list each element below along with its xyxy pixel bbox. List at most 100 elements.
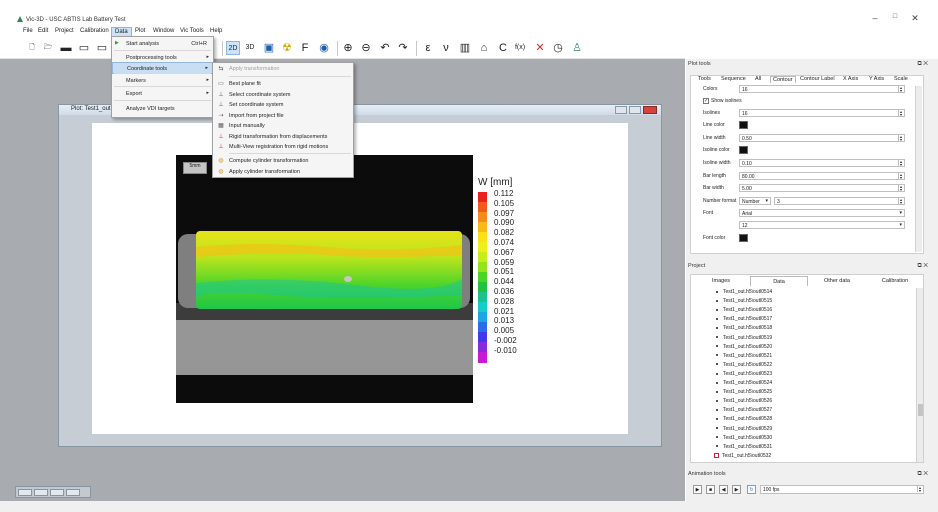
spin-icon[interactable]: ▴ ▾ (898, 173, 903, 180)
menu-vic-tools[interactable]: Vic Tools (177, 27, 207, 35)
tab-all[interactable]: All (755, 76, 761, 82)
tab-tools[interactable]: Tools (698, 76, 711, 82)
epsilon-icon[interactable]: ε (421, 41, 435, 55)
open-folder-icon[interactable]: 🗁 (41, 41, 55, 55)
contour-image[interactable] (176, 155, 473, 403)
font-color-swatch[interactable] (739, 234, 748, 242)
project-file-item[interactable]: Test1_out.h5\outl0523 (716, 371, 772, 377)
menu-edit[interactable]: Edit (35, 27, 51, 35)
coord-menu-item-import-from-project-file[interactable]: ⇢ Import from project file (213, 111, 353, 122)
project-file-item[interactable]: Test1_out.h5\outl0516 (716, 307, 772, 313)
project-tab-other-data[interactable]: Other data (808, 276, 866, 286)
line-color-swatch[interactable] (739, 121, 748, 129)
minimize-window-button[interactable]: – (867, 13, 883, 23)
project-file-item[interactable]: Test1_out.h5\outl0519 (716, 335, 772, 341)
data-menu-item-export[interactable]: Export ▸ (112, 88, 213, 100)
spin-icon[interactable]: ▴ ▾ (898, 185, 903, 192)
project-file-item[interactable]: Test1_out.h5\outl0532 (714, 453, 771, 459)
histogram-icon[interactable]: ▥ (458, 41, 472, 55)
minimized-windows-bar[interactable] (15, 486, 91, 498)
coord-menu-item-compute-cylinder-transformation[interactable]: ◍ Compute cylinder transformation (213, 156, 353, 167)
tab-x-axis[interactable]: X Axis (843, 76, 858, 82)
folder-icon[interactable]: ▭ (77, 41, 91, 55)
project-scrollbar[interactable] (916, 288, 923, 462)
undo-icon[interactable]: ↶ (378, 41, 392, 55)
extensometer-icon[interactable]: ⌂ (477, 41, 491, 55)
redo-icon[interactable]: ↷ (396, 41, 410, 55)
project-file-item[interactable]: Test1_out.h5\outl0530 (716, 435, 772, 441)
precision-spin[interactable]: 3 ▴ ▾ (774, 197, 905, 205)
2d-view-icon[interactable]: 2D (226, 41, 240, 55)
save-icon[interactable]: ▬ (59, 41, 73, 55)
data-menu-item-analyze-vdi-targets[interactable]: Analyze VDI targets (112, 103, 213, 115)
show-isolines-checkbox[interactable]: ✓ (703, 98, 709, 104)
coord-menu-item-rigid-transformation-from-displacements[interactable]: ⊥ Rigid transformation from displacements (213, 132, 353, 143)
isolines-field[interactable]: 16 ▴ ▾ (739, 109, 905, 117)
eye-icon[interactable]: ◉ (317, 41, 331, 55)
project-file-item[interactable]: Test1_out.h5\outl0526 (716, 398, 772, 404)
coord-menu-item-best-plane-fit[interactable]: ▭ Best plane fit (213, 79, 353, 90)
coord-menu-item-set-coordinate-system[interactable]: ⊥ Set coordinate system (213, 100, 353, 111)
menu-project[interactable]: Project (52, 27, 77, 35)
font-size-field[interactable]: 12 ▾ (739, 221, 905, 229)
project-file-item[interactable]: Test1_out.h5\outl0525 (716, 389, 772, 395)
monitor-icon[interactable]: ▣ (262, 41, 276, 55)
isoline-width-field[interactable]: 0.10 ▴ ▾ (739, 159, 905, 167)
close-window-button[interactable]: ✕ (907, 13, 923, 24)
folder2-icon[interactable]: ▭ (95, 41, 109, 55)
tab-sequence[interactable]: Sequence (721, 76, 746, 82)
project-file-item[interactable]: Test1_out.h5\outl0517 (716, 316, 772, 322)
project-file-item[interactable]: Test1_out.h5\outl0518 (716, 325, 772, 331)
project-float-close-icon[interactable]: ⧉ ✕ (917, 263, 928, 270)
fx-icon[interactable]: f(x) (513, 41, 527, 55)
minimized-window-control[interactable] (34, 489, 48, 496)
plot-tools-scrollbar[interactable] (915, 86, 922, 252)
project-file-item[interactable]: Test1_out.h5\outl0520 (716, 344, 772, 350)
c-icon[interactable]: C (496, 41, 510, 55)
fps-spin-icon[interactable]: ▴ ▾ (917, 486, 922, 493)
number-format-select[interactable]: Number ▾ (739, 197, 771, 205)
menu-calibration[interactable]: Calibration (77, 27, 112, 35)
plot-close-button[interactable] (643, 106, 657, 114)
bar-width-field[interactable]: 5.00 ▴ ▾ (739, 184, 905, 192)
play-icon[interactable]: ▶ (693, 485, 702, 494)
project-file-item[interactable]: Test1_out.h5\outl0521 (716, 353, 772, 359)
tab-contour[interactable]: Contour (770, 76, 796, 83)
project-tab-calibration[interactable]: Calibration (866, 276, 924, 286)
tab-contour-label[interactable]: Contour Label (800, 76, 835, 82)
3d-view-icon[interactable]: 3D (243, 41, 257, 55)
spin-icon[interactable]: ▴ ▾ (898, 198, 903, 205)
zoom-out-icon[interactable]: ⊖ (359, 41, 373, 55)
project-file-item[interactable]: Test1_out.h5\outl0522 (716, 362, 772, 368)
line-width-field[interactable]: 0.50 ▴ ▾ (739, 134, 905, 142)
loop-icon[interactable]: ↻ (747, 485, 756, 494)
data-menu-item-start-analysis[interactable]: Start analysis Ctrl+R ▶ (112, 38, 213, 50)
tab-scale[interactable]: Scale (894, 76, 908, 82)
step-forward-icon[interactable]: ▶ (732, 485, 741, 494)
minimized-window-control[interactable] (66, 489, 80, 496)
bar-length-field[interactable]: 80.00 ▴ ▾ (739, 172, 905, 180)
project-file-item[interactable]: Test1_out.h5\outl0527 (716, 407, 772, 413)
project-file-item[interactable]: Test1_out.h5\outl0529 (716, 426, 772, 432)
nu-icon[interactable]: ν (439, 41, 453, 55)
coord-menu-item-apply-cylinder-transformation[interactable]: ◍ Apply cylinder transformation (213, 167, 353, 178)
stop-icon[interactable]: ■ (706, 485, 715, 494)
project-file-item[interactable]: Test1_out.h5\outl0515 (716, 298, 772, 304)
project-file-item[interactable]: Test1_out.h5\outl0524 (716, 380, 772, 386)
project-tab-images[interactable]: Images (692, 276, 750, 286)
project-file-item[interactable]: Test1_out.h5\outl0514 (716, 289, 772, 295)
isoline-color-swatch[interactable] (739, 146, 748, 154)
menu-window[interactable]: Window (150, 27, 177, 35)
panel-float-close-icon[interactable]: ⧉ ✕ (917, 61, 928, 68)
project-file-item[interactable]: Test1_out.h5\outl0528 (716, 416, 772, 422)
menu-plot[interactable]: Plot (132, 27, 148, 35)
radiation-icon[interactable]: ☢ (280, 41, 294, 55)
menu-file[interactable]: File (20, 27, 36, 35)
animation-float-close-icon[interactable]: ⧉ ✕ (917, 471, 928, 478)
clock-icon[interactable]: ◷ (551, 41, 565, 55)
coord-menu-item-multi-view-registration-from-rigid-motions[interactable]: ⊥ Multi-View registration from rigid moti… (213, 142, 353, 153)
step-back-icon[interactable]: ◀ (719, 485, 728, 494)
spin-icon[interactable]: ▴ ▾ (898, 135, 903, 142)
fps-field[interactable]: 100 fps ▴ ▾ (760, 485, 924, 494)
person-icon[interactable]: ♙ (570, 41, 584, 55)
